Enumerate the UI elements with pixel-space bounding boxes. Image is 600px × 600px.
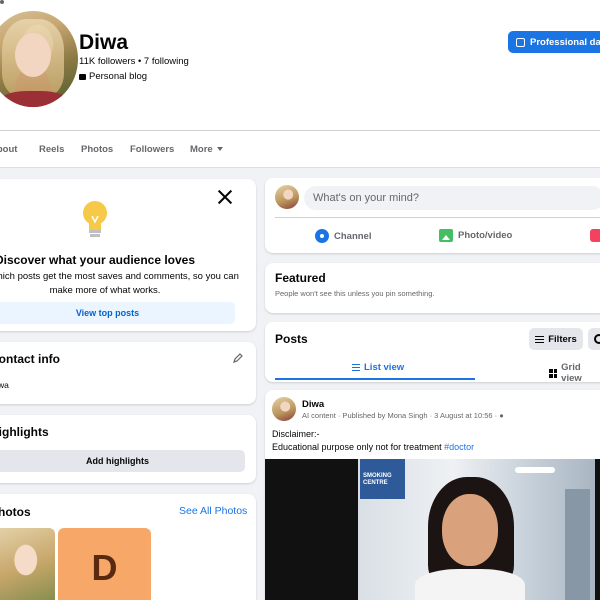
post-author-name[interactable]: Diwa: [302, 399, 324, 410]
channel-button[interactable]: Channel: [315, 229, 371, 243]
contact-info-card: Contact info Diwa: [0, 342, 256, 404]
profile-avatar[interactable]: [0, 8, 81, 110]
close-icon[interactable]: [217, 189, 233, 205]
tab-more-label: More: [190, 144, 213, 155]
photos-title: Photos: [0, 505, 31, 519]
post-meta: AI content · Published by Mona Singh · 3…: [302, 411, 504, 420]
post-line-1: Disclaimer:-: [272, 429, 320, 439]
insight-card: Discover what your audience loves See wh…: [0, 179, 256, 331]
list-view-label: List view: [364, 362, 405, 373]
hospital-door: [565, 489, 590, 600]
professional-dashboard-button[interactable]: Professional dashboard: [508, 31, 600, 53]
avatar[interactable]: [275, 185, 299, 209]
featured-subtitle: People won't see this unless you pin som…: [275, 289, 435, 298]
globe-icon: ●: [499, 411, 504, 420]
photo-video-button[interactable]: Photo/video: [439, 229, 512, 242]
filters-label: Filters: [548, 333, 577, 345]
profile-header: Diwa 11K followers • 7 following Persona…: [0, 0, 600, 130]
followers-count[interactable]: 11K followers • 7 following: [79, 56, 189, 67]
dashboard-icon: [516, 37, 525, 47]
category-label: Personal blog: [89, 71, 148, 82]
tab-about[interactable]: About: [0, 144, 17, 155]
photos-card: Photos See All Photos D: [0, 494, 256, 600]
insight-title: Discover what your audience loves: [0, 253, 196, 267]
active-tab-indicator: [275, 378, 475, 380]
reel-icon[interactable]: [590, 229, 600, 242]
person-body: [415, 569, 525, 600]
post-line-2: Educational purpose only not for treatme…: [272, 441, 474, 454]
photo-letter: D: [91, 547, 118, 588]
contact-value: Diwa: [0, 380, 9, 390]
profile-tabs: About Reels Photos Followers More: [0, 130, 600, 168]
photo-thumbnail[interactable]: [0, 528, 55, 600]
photo-video-label: Photo/video: [458, 230, 513, 241]
channel-label: Channel: [334, 230, 372, 242]
contact-info-title: Contact info: [0, 352, 60, 366]
posts-title: Posts: [275, 332, 308, 346]
view-top-posts-button[interactable]: View top posts: [0, 302, 235, 324]
briefcase-icon: [79, 73, 86, 80]
whats-on-your-mind-input[interactable]: What's on your mind?: [304, 186, 600, 210]
post-image[interactable]: SMOKING CENTRE: [265, 459, 600, 600]
profile-name: Diwa: [79, 31, 129, 54]
photo-icon: [439, 229, 453, 242]
status-dot: [0, 0, 4, 4]
post-text: Disclaimer:- Educational purpose only no…: [272, 428, 474, 454]
tab-photos[interactable]: Photos: [81, 144, 113, 155]
featured-title: Featured: [275, 271, 326, 285]
lightbulb-icon: [83, 201, 107, 237]
tab-list-view[interactable]: List view: [352, 362, 404, 373]
filter-icon: [535, 335, 545, 343]
hashtag-link[interactable]: #doctor: [444, 442, 474, 452]
highlights-card: Highlights Add highlights: [0, 415, 256, 483]
hospital-sign: SMOKING CENTRE: [360, 459, 405, 499]
professional-dashboard-label: Professional dashboard: [530, 36, 600, 48]
filters-button[interactable]: Filters: [529, 328, 583, 350]
see-all-photos-link[interactable]: See All Photos: [179, 505, 247, 517]
chevron-down-icon: [216, 147, 223, 152]
person-face: [442, 494, 498, 566]
tab-grid-view[interactable]: Grid view: [549, 362, 600, 384]
ceiling-light: [515, 467, 555, 473]
post-author-avatar[interactable]: [272, 397, 296, 421]
list-icon: [352, 364, 360, 371]
gear-button[interactable]: [588, 328, 600, 350]
insight-text: See which posts get the most saves and c…: [0, 271, 239, 296]
highlights-title: Highlights: [0, 425, 49, 439]
tab-reels[interactable]: Reels: [39, 144, 64, 155]
profile-category: Personal blog: [79, 71, 147, 82]
grid-icon: [549, 368, 558, 378]
channel-icon: [315, 229, 329, 243]
pencil-icon[interactable]: [232, 352, 244, 364]
grid-view-label: Grid view: [561, 362, 582, 384]
hospital-sign-text: SMOKING CENTRE: [363, 473, 392, 486]
tab-more[interactable]: More: [190, 144, 223, 155]
tab-followers[interactable]: Followers: [130, 144, 174, 155]
photo-thumbnail[interactable]: D: [58, 528, 151, 600]
divider: [275, 217, 600, 218]
post-meta-text: AI content · Published by Mona Singh · 3…: [302, 411, 498, 420]
post-line-2-text: Educational purpose only not for treatme…: [272, 442, 442, 452]
add-highlights-button[interactable]: Add highlights: [0, 450, 245, 472]
